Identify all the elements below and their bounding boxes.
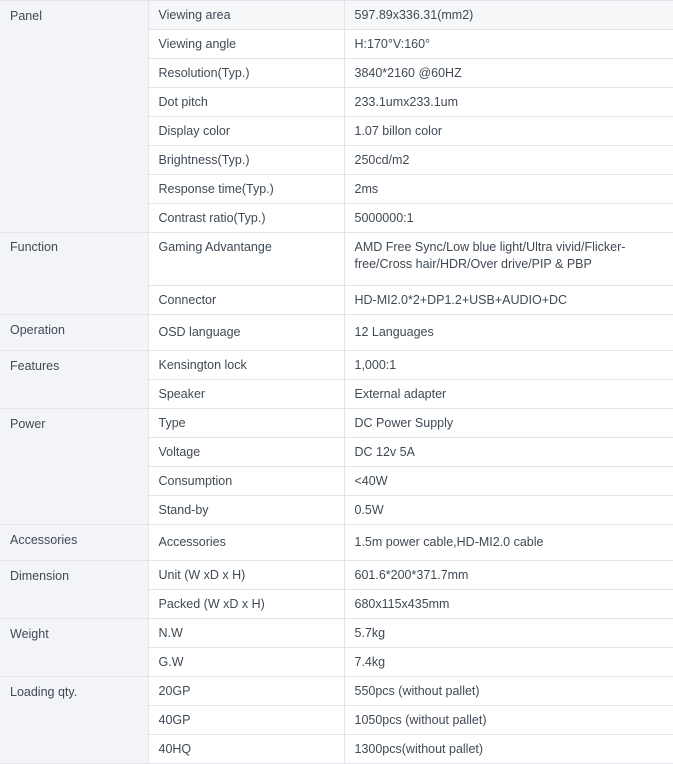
table-row: Panel Viewing area 597.89x336.31(mm2) <box>0 0 673 233</box>
parameter-value-cell: 1300pcs(without pallet) <box>344 734 673 764</box>
parameter-name-cell: Connector <box>148 285 345 315</box>
parameter-name-cell: G.W <box>148 647 345 677</box>
parameter-value-cell: HD-MI2.0*2+DP1.2+USB+AUDIO+DC <box>344 285 673 315</box>
parameter-name-cell: Resolution(Typ.) <box>148 58 345 88</box>
parameter-value-cell: DC Power Supply <box>344 408 673 438</box>
group-label-cell: Power <box>0 408 149 525</box>
parameter-name-cell: Consumption <box>148 466 345 496</box>
table-row: Accessories Accessories 1.5m power cable,H… <box>0 524 673 561</box>
parameter-value-cell: 601.6*200*371.7mm <box>344 560 673 590</box>
parameter-value-cell: 1.5m power cable,HD-MI2.0 cable <box>344 524 673 561</box>
parameter-name-cell: Packed (W xD x H) <box>148 589 345 619</box>
parameter-name-cell: Stand-by <box>148 495 345 525</box>
group-label-cell: Panel <box>0 0 149 233</box>
table-row: Dimension Unit (W xD x H) 601.6*200*371.7m… <box>0 560 673 619</box>
group-label-cell: Function <box>0 232 149 315</box>
parameter-value-cell: 680x115x435mm <box>344 589 673 619</box>
parameter-name-cell: 40HQ <box>148 734 345 764</box>
parameter-name-cell: Speaker <box>148 379 345 409</box>
parameter-value-cell: External adapter <box>344 379 673 409</box>
group-label-cell: Operation <box>0 314 149 351</box>
group-label-cell: Weight <box>0 618 149 677</box>
parameter-name-cell: 40GP <box>148 705 345 735</box>
parameter-value-cell: 0.5W <box>344 495 673 525</box>
parameter-name-cell: Viewing angle <box>148 29 345 59</box>
group-label-cell: Dimension <box>0 560 149 619</box>
table-row: Loading qty. 20GP 550pcs (without pallet) <box>0 676 673 764</box>
parameter-value-cell: 550pcs (without pallet) <box>344 676 673 706</box>
parameter-value-cell: 5000000:1 <box>344 203 673 233</box>
table-row: Weight N.W 5.7kg <box>0 618 673 677</box>
group-label-cell: Features <box>0 350 149 409</box>
parameter-name-cell: Voltage <box>148 437 345 467</box>
parameter-name-cell: Type <box>148 408 345 438</box>
parameter-name-cell: Accessories <box>148 524 345 561</box>
parameter-name-cell: Kensington lock <box>148 350 345 380</box>
parameter-name-cell: Gaming Advantange <box>148 232 345 286</box>
parameter-value-cell: 1,000:1 <box>344 350 673 380</box>
parameter-value-cell: 5.7kg <box>344 618 673 648</box>
parameter-name-cell: Dot pitch <box>148 87 345 117</box>
parameter-name-cell: Brightness(Typ.) <box>148 145 345 175</box>
specification-table-body: Panel Viewing area 597.89x336.31(mm2) Viewi… <box>0 0 673 764</box>
parameter-name-cell: Viewing area <box>148 0 345 30</box>
parameter-value-cell: <40W <box>344 466 673 496</box>
parameter-value-cell: 1.07 billon color <box>344 116 673 146</box>
parameter-name-cell: OSD language <box>148 314 345 351</box>
parameter-value-cell: H:170°V:160° <box>344 29 673 59</box>
parameter-name-cell: 20GP <box>148 676 345 706</box>
parameter-value-cell: 250cd/m2 <box>344 145 673 175</box>
table-row: Function Gaming Advantange AMD Free Sync/L… <box>0 232 673 315</box>
table-row: Operation OSD language 12 Languages <box>0 314 673 351</box>
group-label-cell: Loading qty. <box>0 676 149 764</box>
parameter-value-cell: 2ms <box>344 174 673 204</box>
parameter-name-cell: N.W <box>148 618 345 648</box>
parameter-value-cell: 7.4kg <box>344 647 673 677</box>
parameter-name-cell: Response time(Typ.) <box>148 174 345 204</box>
parameter-name-cell: Contrast ratio(Typ.) <box>148 203 345 233</box>
parameter-name-cell: Display color <box>148 116 345 146</box>
parameter-value-cell: 1050pcs (without pallet) <box>344 705 673 735</box>
parameter-name-cell: Unit (W xD x H) <box>148 560 345 590</box>
parameter-value-cell: AMD Free Sync/Low blue light/Ultra vivid… <box>344 232 673 286</box>
table-row: Features Kensington lock 1,000:1 <box>0 350 673 409</box>
parameter-value-cell: 3840*2160 @60HZ <box>344 58 673 88</box>
parameter-value-cell: 12 Languages <box>344 314 673 351</box>
parameter-value-cell: DC 12v 5A <box>344 437 673 467</box>
group-label-cell: Accessories <box>0 524 149 561</box>
parameter-value-cell: 597.89x336.31(mm2) <box>344 0 673 30</box>
parameter-value-cell: 233.1umx233.1um <box>344 87 673 117</box>
specification-table: Panel Viewing area 597.89x336.31(mm2) Viewi… <box>0 0 673 764</box>
table-row: Power Type DC Power Supply <box>0 408 673 525</box>
